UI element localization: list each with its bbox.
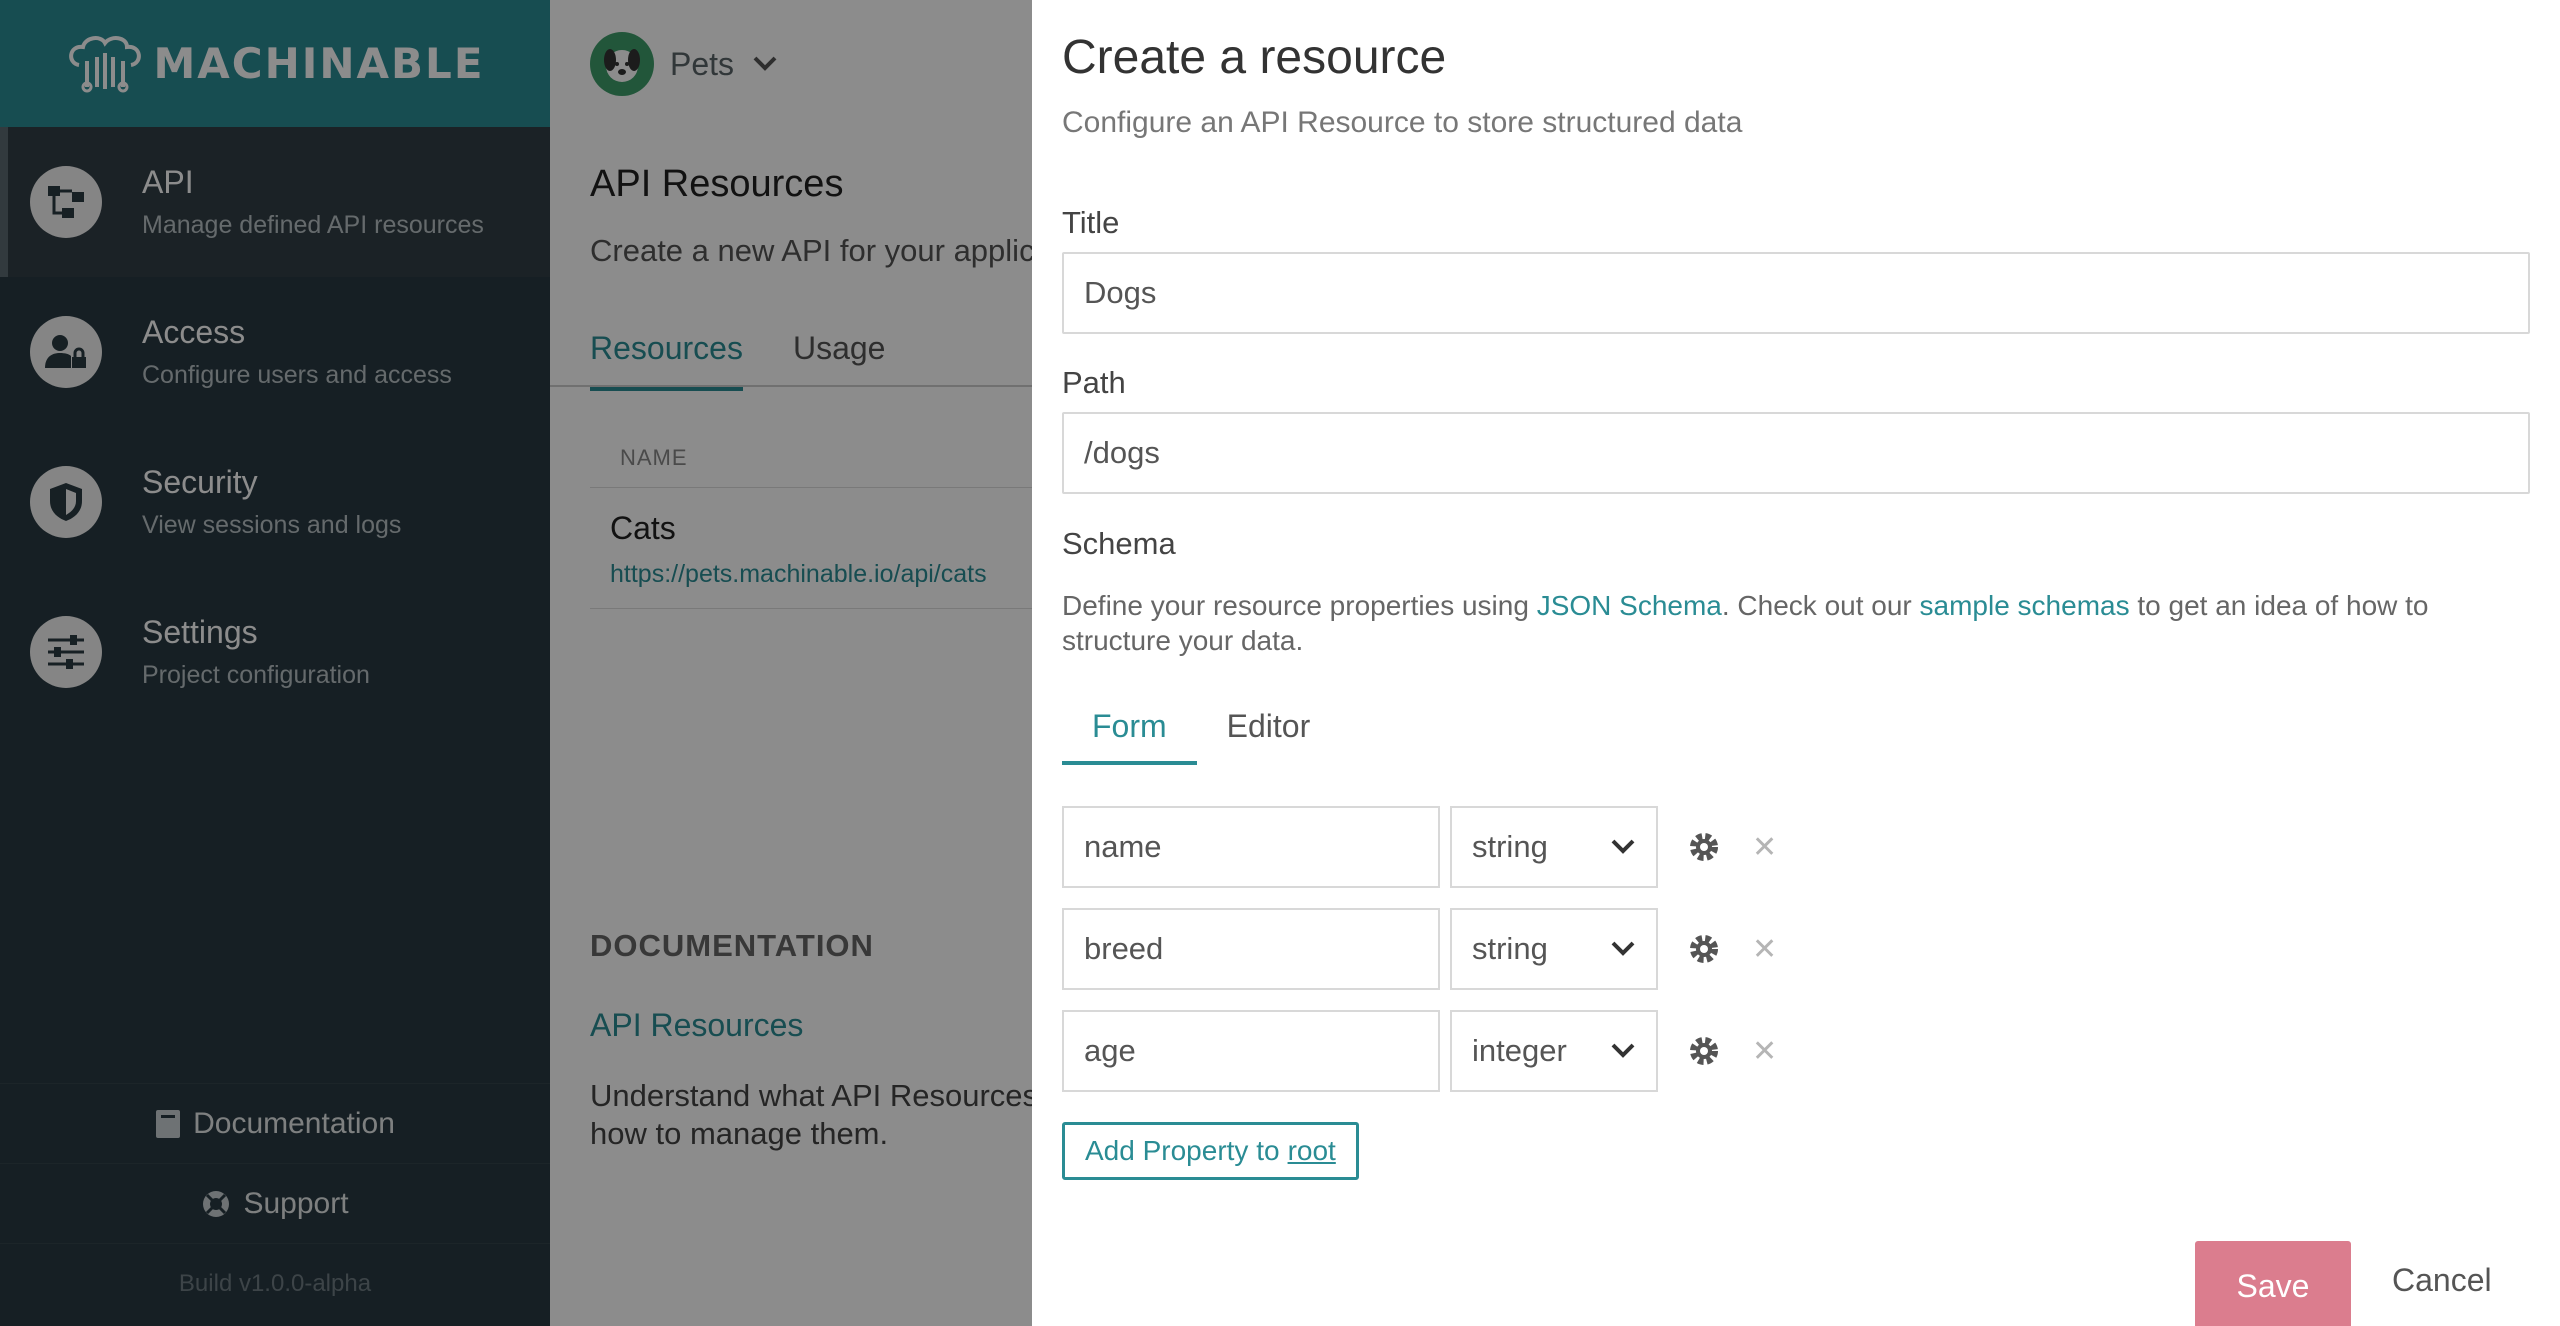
remove-property-icon[interactable]: ✕ xyxy=(1752,1034,1777,1069)
property-type-select[interactable]: string xyxy=(1450,908,1658,990)
title-input[interactable] xyxy=(1062,252,2530,334)
chevron-down-icon xyxy=(1611,839,1635,854)
property-row: name string ✕ xyxy=(1062,806,1777,888)
remove-property-icon[interactable]: ✕ xyxy=(1752,830,1777,865)
save-button[interactable]: Save xyxy=(2195,1241,2351,1326)
schema-desc-text: Define your resource properties using xyxy=(1062,590,1537,621)
path-input[interactable] xyxy=(1062,412,2530,494)
gear-icon[interactable] xyxy=(1688,1035,1720,1067)
json-schema-link[interactable]: JSON Schema xyxy=(1537,590,1722,621)
add-property-button[interactable]: Add Property to root xyxy=(1062,1122,1359,1180)
add-property-target[interactable]: root xyxy=(1288,1135,1336,1167)
tab-form[interactable]: Form xyxy=(1062,708,1197,765)
property-type-value: integer xyxy=(1472,1033,1567,1068)
tab-editor[interactable]: Editor xyxy=(1197,708,1341,765)
create-resource-panel: Create a resource Configure an API Resou… xyxy=(1032,0,2560,1326)
sample-schemas-link[interactable]: sample schemas xyxy=(1920,590,2130,621)
path-label: Path xyxy=(1062,365,1126,400)
title-label: Title xyxy=(1062,205,1120,240)
property-name-input[interactable]: name xyxy=(1062,806,1440,888)
property-name-input[interactable]: age xyxy=(1062,1010,1440,1092)
panel-lead: Configure an API Resource to store struc… xyxy=(1062,106,1743,139)
property-type-select[interactable]: string xyxy=(1450,806,1658,888)
schema-desc-text: . Check out our xyxy=(1721,590,1920,621)
chevron-down-icon xyxy=(1611,941,1635,956)
schema-description: Define your resource properties using JS… xyxy=(1062,588,2532,658)
cancel-button[interactable]: Cancel xyxy=(2392,1262,2492,1299)
add-property-label: Add Property to xyxy=(1085,1135,1280,1166)
gear-icon[interactable] xyxy=(1688,831,1720,863)
modal-backdrop[interactable] xyxy=(0,0,1032,1326)
property-type-value: string xyxy=(1472,931,1548,966)
gear-icon[interactable] xyxy=(1688,933,1720,965)
schema-label: Schema xyxy=(1062,526,1176,561)
property-row: breed string ✕ xyxy=(1062,908,1777,990)
panel-title: Create a resource xyxy=(1062,31,1447,84)
remove-property-icon[interactable]: ✕ xyxy=(1752,932,1777,967)
property-name-input[interactable]: breed xyxy=(1062,908,1440,990)
chevron-down-icon xyxy=(1611,1043,1635,1058)
property-type-select[interactable]: integer xyxy=(1450,1010,1658,1092)
property-type-value: string xyxy=(1472,829,1548,864)
property-row: age integer ✕ xyxy=(1062,1010,1777,1092)
